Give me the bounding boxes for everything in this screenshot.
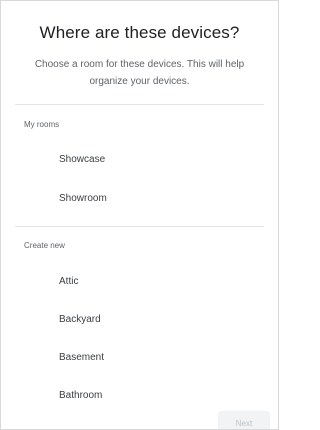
page-title: Where are these devices? (39, 23, 240, 42)
divider (15, 226, 264, 227)
room-item-backyard[interactable]: Backyard (59, 312, 101, 327)
room-item-attic[interactable]: Attic (59, 274, 78, 289)
bottom-action-bar: Next (1, 401, 278, 429)
room-item-showcase[interactable]: Showcase (59, 152, 105, 167)
divider (15, 104, 264, 105)
room-item-showroom[interactable]: Showroom (59, 191, 107, 206)
room-item-basement[interactable]: Basement (59, 350, 104, 365)
next-button[interactable]: Next (218, 411, 270, 429)
section-label-create-new: Create new (24, 241, 65, 250)
page-subtitle: Choose a room for these devices. This wi… (34, 59, 245, 87)
section-label-my-rooms: My rooms (24, 120, 60, 129)
room-picker-screen: Where are these devices? Choose a room f… (0, 0, 279, 430)
